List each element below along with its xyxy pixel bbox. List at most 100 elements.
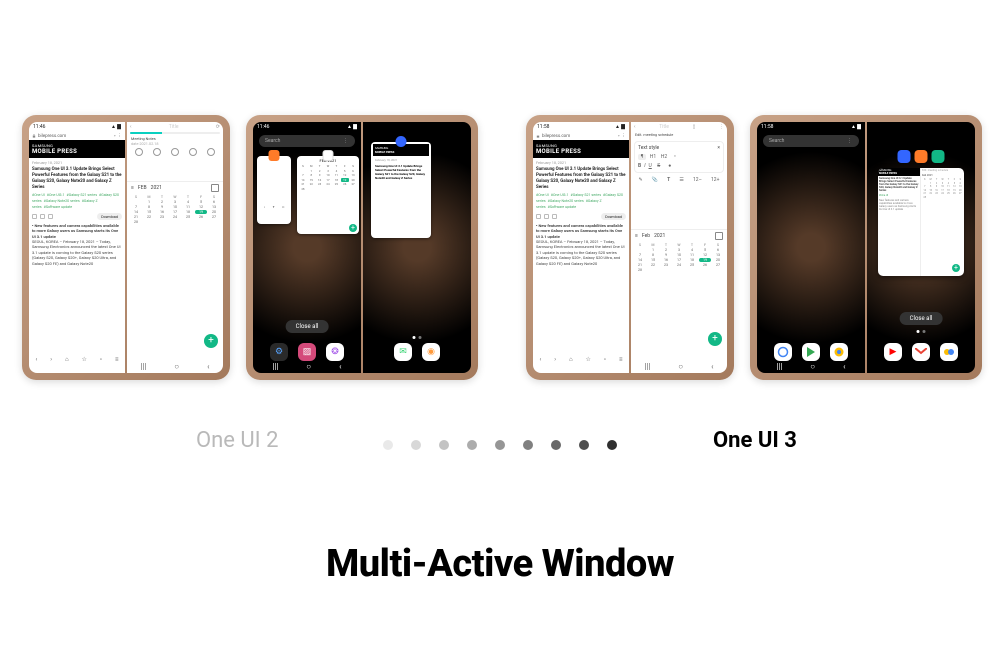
recents-button[interactable]: ||| — [776, 362, 782, 371]
calendar-menu-icon[interactable]: ≡ — [131, 185, 134, 191]
url-bar[interactable]: bilepress.com ▫ ⋮ — [533, 132, 629, 140]
chrome-icon[interactable] — [830, 343, 848, 361]
tool-text-icon[interactable] — [189, 148, 197, 156]
tab-switcher-icon[interactable]: ▫ — [618, 133, 620, 139]
home-button[interactable]: ○ — [306, 362, 311, 371]
twitter-icon[interactable] — [40, 214, 45, 219]
notes-reader-icon[interactable]: ⟳ — [216, 124, 220, 130]
style-bullet[interactable]: • — [671, 154, 679, 160]
close-all-button[interactable]: Close all — [900, 312, 943, 325]
back-button[interactable]: ‹ — [207, 362, 209, 371]
download-button[interactable]: Download — [97, 213, 122, 220]
back-icon[interactable]: ‹ — [539, 356, 541, 363]
back-button[interactable]: ‹ — [843, 362, 845, 371]
back-button[interactable]: ‹ — [339, 362, 341, 371]
bold-button[interactable]: B — [638, 163, 641, 169]
color-button[interactable]: ● — [666, 163, 674, 169]
back-button[interactable]: ‹ — [711, 362, 713, 371]
panel-close-icon[interactable]: × — [717, 145, 720, 151]
pen-icon[interactable]: ✎ — [639, 177, 643, 183]
tabs-icon[interactable]: ▫ — [604, 356, 606, 363]
forward-icon[interactable]: › — [554, 356, 556, 363]
facebook-icon[interactable] — [32, 214, 37, 219]
search-field[interactable]: Search ⋮ — [259, 135, 355, 147]
forward-icon[interactable]: › — [50, 356, 52, 363]
tabs-icon[interactable]: ▫ — [100, 356, 102, 363]
home-button[interactable]: ○ — [810, 362, 815, 371]
notes-title-field[interactable]: Title — [169, 124, 179, 130]
facebook-icon[interactable] — [536, 214, 541, 219]
menu-icon[interactable]: ≡ — [619, 356, 623, 363]
link-icon[interactable] — [48, 214, 53, 219]
settings-app-icon[interactable]: ⚙ — [270, 343, 288, 361]
gradient-dots — [383, 440, 617, 450]
home-button[interactable]: ○ — [174, 362, 179, 371]
calendar-today-icon[interactable] — [211, 184, 219, 192]
recents-button[interactable]: ||| — [140, 362, 146, 371]
calendar-grid[interactable]: SMTWTFS123456789101112131415161718192021… — [631, 242, 727, 273]
more-icon[interactable]: ⋮ — [118, 134, 123, 139]
recent-group-card[interactable]: SAMSUNGMOBILE PRESS Samsung One UI 3.1 U… — [878, 168, 964, 276]
more-icon[interactable]: ⋮ — [622, 134, 627, 139]
italic-button[interactable]: I — [644, 163, 645, 169]
notes-app-icon — [915, 150, 928, 163]
recent-card-notes[interactable]: ▫T□ — [257, 156, 291, 224]
underline-button[interactable]: U — [649, 163, 652, 169]
notes-back-icon[interactable]: ‹ — [130, 124, 132, 130]
font-size-down[interactable]: 12– — [693, 177, 702, 183]
calendar-today-icon[interactable] — [715, 232, 723, 240]
align-icon[interactable]: ☰ — [679, 177, 683, 183]
tool-clock-icon[interactable] — [153, 148, 161, 156]
calendar-grid[interactable]: SMTWTFS123456789101112131415161718192021… — [127, 194, 223, 225]
search-more-icon[interactable]: ⋮ — [847, 138, 853, 144]
tool-image-icon[interactable] — [135, 148, 143, 156]
notes-back-icon[interactable]: ‹ — [634, 124, 636, 130]
google-app-icon[interactable] — [774, 343, 792, 361]
home-icon[interactable]: ⌂ — [569, 356, 573, 363]
gallery-app-icon[interactable]: ▨ — [298, 343, 316, 361]
search-more-icon[interactable]: ⋮ — [343, 138, 349, 144]
url-bar[interactable]: bilepress.com ▫ ⋮ — [29, 132, 125, 140]
close-all-button[interactable]: Close all — [286, 320, 329, 333]
tab-switcher-icon[interactable]: ▫ — [114, 133, 116, 139]
notes-more-icon[interactable]: ⋮ — [719, 124, 724, 130]
recents-button[interactable]: ||| — [644, 362, 650, 371]
attach-icon[interactable]: 📎 — [652, 177, 658, 183]
search-field[interactable]: Search ⋮ — [763, 135, 859, 147]
text-tool[interactable]: T — [667, 177, 670, 183]
recent-card-internet[interactable]: SAMSUNGMOBILE PRESS February 18, 2021 Sa… — [371, 142, 431, 238]
youtube-icon[interactable]: ▶ — [884, 343, 902, 361]
twitter-icon[interactable] — [544, 214, 549, 219]
mini-fab[interactable]: + — [952, 264, 960, 272]
gmail-icon[interactable] — [912, 343, 930, 361]
link-icon[interactable] — [552, 214, 557, 219]
messages-app-icon[interactable]: ✉ — [394, 343, 412, 361]
tool-more-icon[interactable] — [207, 148, 215, 156]
photos-icon[interactable] — [940, 343, 958, 361]
home-button[interactable]: ○ — [678, 362, 683, 371]
bookmark-icon[interactable]: ☆ — [586, 356, 591, 363]
calendar-add-fab[interactable]: + — [708, 332, 722, 346]
status-icons: ▲ ▇ — [347, 124, 357, 130]
strike-button[interactable]: S — [655, 163, 663, 169]
home-icon[interactable]: ⌂ — [65, 356, 69, 363]
calendar-menu-icon[interactable]: ≡ — [635, 233, 638, 239]
play-store-icon[interactable] — [802, 343, 820, 361]
back-icon[interactable]: ‹ — [35, 356, 37, 363]
mini-fab[interactable]: + — [349, 224, 357, 232]
notes-title-field[interactable]: Title — [659, 124, 669, 130]
style-h1[interactable]: H1 — [649, 154, 657, 160]
store-app-icon[interactable]: ❂ — [326, 343, 344, 361]
style-h2[interactable]: H2 — [660, 154, 668, 160]
style-normal[interactable]: ¶ — [638, 154, 646, 160]
notes-bookmark-icon[interactable]: ▯ — [693, 124, 696, 130]
font-size-up[interactable]: 12+ — [711, 177, 719, 183]
menu-icon[interactable]: ≡ — [115, 356, 119, 363]
bookmark-icon[interactable]: ☆ — [82, 356, 87, 363]
calendar-add-fab[interactable]: + — [204, 334, 218, 348]
recent-card-calendar[interactable]: FEB 2021 SMTWTFS123456789101112131415161… — [297, 156, 359, 234]
internet-app-icon[interactable]: ◉ — [422, 343, 440, 361]
tool-mic-icon[interactable] — [171, 148, 179, 156]
recents-button[interactable]: ||| — [272, 362, 278, 371]
download-button[interactable]: Download — [601, 213, 626, 220]
